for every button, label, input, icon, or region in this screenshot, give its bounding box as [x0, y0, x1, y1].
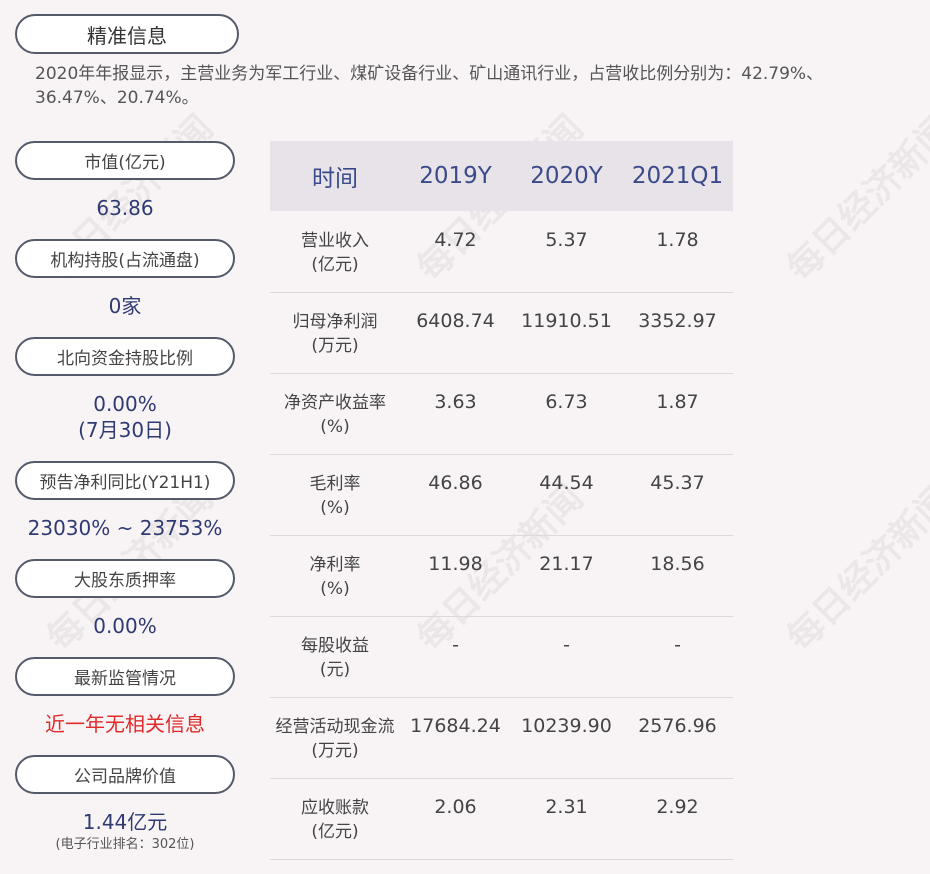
- cell-value: 45.37: [650, 472, 705, 494]
- cell-value: 10239.90: [521, 715, 612, 737]
- brand-value-label: 公司品牌价值: [15, 755, 235, 794]
- regulation-value: 近一年无相关信息: [45, 712, 205, 736]
- pledge-ratio-value: 0.00%: [93, 614, 157, 638]
- cell-value: -: [452, 634, 459, 656]
- row-label: 净资产收益率 (%): [284, 393, 386, 437]
- table-row: 经营活动现金流 (万元) 17684.24 10239.90 2576.96: [270, 697, 733, 779]
- row-label: 营业收入 (亿元): [301, 231, 369, 275]
- brand-value-rank: (电子行业排名：302位): [55, 837, 195, 852]
- table-header: 时间 2019Y 2020Y 2021Q1: [270, 141, 733, 211]
- cell-value: 2.31: [545, 796, 588, 818]
- cell-value: 1.78: [656, 229, 699, 251]
- brand-value-value: 1.44亿元: [82, 810, 168, 834]
- table-row: 营业收入 (亿元) 4.72 5.37 1.78: [270, 211, 733, 293]
- cell-value: 3352.97: [638, 310, 717, 332]
- row-label: 净利率 (%): [309, 555, 361, 599]
- cell-value: 6408.74: [416, 310, 495, 332]
- row-label: 应收账款 (亿元): [301, 798, 369, 842]
- table-row: 应收账款 (亿元) 2.06 2.31 2.92: [270, 778, 733, 860]
- cell-value: 5.37: [545, 229, 588, 251]
- cell-value: 17684.24: [410, 715, 501, 737]
- table-row: 净资产收益率 (%) 3.63 6.73 1.87: [270, 373, 733, 455]
- header-2020: 2020Y: [530, 163, 603, 189]
- cell-value: 2576.96: [638, 715, 717, 737]
- cell-value: 46.86: [428, 472, 483, 494]
- table-row: 每股收益 (元) - - -: [270, 616, 733, 698]
- cell-value: 2.06: [434, 796, 477, 818]
- row-label: 每股收益 (元): [301, 636, 369, 680]
- institutional-holding-value: 0家: [108, 294, 142, 318]
- table-row: 归母净利润 (万元) 6408.74 11910.51 3352.97: [270, 292, 733, 374]
- cell-value: 18.56: [650, 553, 705, 575]
- row-label: 毛利率 (%): [309, 474, 361, 518]
- row-label: 归母净利润 (万元): [292, 312, 378, 356]
- institutional-holding-label: 机构持股(占流通盘): [15, 239, 235, 278]
- cell-value: 2.92: [656, 796, 699, 818]
- profit-forecast-label: 预告净利同比(Y21H1): [15, 461, 235, 500]
- northbound-ratio-value: 0.00%: [93, 392, 157, 416]
- cell-value: -: [563, 634, 570, 656]
- market-cap-value: 63.86: [96, 196, 154, 220]
- row-label: 经营活动现金流 (万元): [275, 717, 395, 761]
- northbound-ratio-label: 北向资金持股比例: [15, 337, 235, 376]
- cell-value: 11.98: [428, 553, 483, 575]
- table-row: 净利率 (%) 11.98 21.17 18.56: [270, 535, 733, 617]
- northbound-ratio-date: (7月30日): [78, 418, 172, 442]
- watermark: 每日经济新闻: [779, 107, 930, 290]
- cell-value: 21.17: [539, 553, 594, 575]
- profit-forecast-value: 23030% ~ 23753%: [27, 516, 223, 540]
- cell-value: 6.73: [545, 391, 588, 413]
- cell-value: 44.54: [539, 472, 594, 494]
- pledge-ratio-label: 大股东质押率: [15, 559, 235, 598]
- regulation-label: 最新监管情况: [15, 657, 235, 696]
- section-title: 精准信息: [15, 14, 239, 54]
- header-2019: 2019Y: [419, 163, 492, 189]
- cell-value: 11910.51: [521, 310, 612, 332]
- cell-value: 4.72: [434, 229, 477, 251]
- market-cap-label: 市值(亿元): [15, 141, 235, 180]
- header-2021q1: 2021Q1: [631, 163, 724, 189]
- cell-value: -: [674, 634, 681, 656]
- header-time: 时间: [312, 166, 358, 192]
- cell-value: 1.87: [656, 391, 699, 413]
- cell-value: 3.63: [434, 391, 477, 413]
- table-row: 毛利率 (%) 46.86 44.54 45.37: [270, 454, 733, 536]
- business-summary: 2020年年报显示，主营业务为军工行业、煤矿设备行业、矿山通讯行业，占营收比例分…: [35, 64, 824, 108]
- watermark: 每日经济新闻: [779, 477, 930, 660]
